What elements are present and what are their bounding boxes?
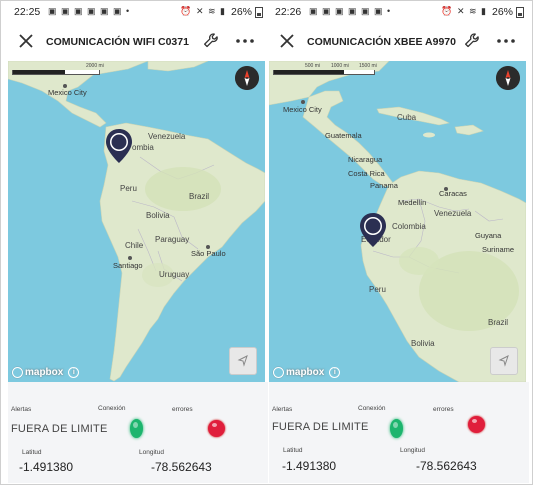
city-dot <box>128 256 132 260</box>
mapbox-attribution[interactable]: mapbox i <box>12 367 80 378</box>
errors-status-indicator <box>468 416 485 433</box>
my-location-button[interactable] <box>229 347 257 375</box>
connection-label: Conexión <box>358 405 386 412</box>
info-icon[interactable]: i <box>68 367 80 378</box>
navigation-arrow-icon <box>237 355 248 367</box>
scale-bar <box>273 70 375 75</box>
label-colombia: Colombia <box>392 222 426 231</box>
label-caracas: Caracas <box>439 189 467 198</box>
page-title: COMUNICACIÓN XBEE A9970 <box>307 36 456 48</box>
telemetry-panel: Alertas Conexión errores FUERA DE LIMITE… <box>8 382 268 483</box>
latitude-label: Latitud <box>283 447 303 454</box>
scale-bar <box>12 70 100 75</box>
notification-icons: ▣ ▣ ▣ ▣ ▣ ▣ • <box>309 6 392 16</box>
label-mexico-city: Mexico City <box>48 88 87 97</box>
label-mexico-city: Mexico City <box>283 105 322 114</box>
longitude-value: -78.562643 <box>151 460 212 474</box>
close-icon[interactable] <box>14 29 38 53</box>
wrench-icon[interactable] <box>201 30 223 52</box>
longitude-label: Longitud <box>139 449 164 456</box>
label-panama: Panama <box>370 181 398 190</box>
signal-icons: ⏰ ✕ ≋ ▮ <box>180 6 226 16</box>
close-icon[interactable] <box>275 29 299 53</box>
status-bar: 22:26 ▣ ▣ ▣ ▣ ▣ ▣ • ⏰ ✕ ≋ ▮ 26% <box>269 1 529 23</box>
latitude-value: -1.491380 <box>19 460 74 474</box>
label-brazil: Brazil <box>488 318 509 327</box>
location-pin-icon[interactable] <box>358 211 388 249</box>
signal-icons: ⏰ ✕ ≋ ▮ <box>441 6 487 16</box>
mapbox-logo-icon <box>12 367 23 378</box>
map-land <box>8 61 265 382</box>
status-bar: 22:25 ▣ ▣ ▣ ▣ ▣ ▣ • ⏰ ✕ ≋ ▮ 26% <box>8 1 268 23</box>
battery-icon <box>255 7 263 18</box>
longitude-value: -78.562643 <box>416 459 477 473</box>
label-costa-rica: Costa Rica <box>348 169 385 178</box>
navigation-arrow-icon <box>498 355 509 367</box>
status-time: 22:26 <box>275 6 302 18</box>
page-title: COMUNICACIÓN WIFI C0371 <box>46 36 189 48</box>
alerts-label: Alertas <box>11 406 32 413</box>
label-cuba: Cuba <box>397 113 417 122</box>
scale-label: 2000 mi <box>86 63 104 69</box>
city-dot <box>301 100 305 104</box>
battery-level: 26% <box>491 6 513 18</box>
more-options-icon[interactable] <box>234 31 256 51</box>
my-location-button[interactable] <box>490 347 518 375</box>
mapbox-label: mapbox <box>25 367 64 378</box>
wrench-icon[interactable] <box>462 30 484 52</box>
errors-label: errores <box>433 406 454 413</box>
label-guatemala: Guatemala <box>325 131 362 140</box>
map-view[interactable]: 2000 mi Mexico City Venezuela ombia Peru… <box>8 61 265 382</box>
label-venezuela: Venezuela <box>148 132 186 141</box>
battery-icon <box>516 7 524 18</box>
label-suriname: Suriname <box>482 245 515 254</box>
label-chile: Chile <box>125 241 144 250</box>
status-time: 22:25 <box>14 6 41 18</box>
info-icon[interactable]: i <box>329 367 341 378</box>
app-bar: COMUNICACIÓN WIFI C0371 <box>8 24 268 60</box>
scale-label: 1500 mi <box>359 63 377 69</box>
label-bolivia: Bolivia <box>146 211 170 220</box>
label-nicaragua: Nicaragua <box>348 155 383 164</box>
connection-label: Conexión <box>98 405 126 412</box>
label-guyana: Guyana <box>475 231 502 240</box>
latitude-label: Latitud <box>22 449 42 456</box>
label-medellin: Medellín <box>398 198 427 207</box>
more-options-icon[interactable] <box>495 31 517 51</box>
mapbox-logo-icon <box>273 367 284 378</box>
compass-icon[interactable] <box>235 66 259 90</box>
notification-icons: ▣ ▣ ▣ ▣ ▣ ▣ • <box>48 6 131 16</box>
alerts-label: Alertas <box>272 406 293 413</box>
map-view[interactable]: 500 mi 1000 mi 1500 mi Mexico City Cuba … <box>269 61 526 382</box>
connection-status-indicator <box>390 419 403 438</box>
mapbox-attribution[interactable]: mapbox i <box>273 367 341 378</box>
errors-status-indicator <box>208 420 225 437</box>
label-uruguay: Uruguay <box>159 270 190 279</box>
alerts-value: FUERA DE LIMITE <box>272 421 369 433</box>
label-peru: Peru <box>369 285 386 294</box>
longitude-label: Longitud <box>400 447 425 454</box>
compass-icon[interactable] <box>496 66 520 90</box>
label-brazil: Brazil <box>189 192 210 201</box>
mapbox-label: mapbox <box>286 367 325 378</box>
location-pin-icon[interactable] <box>104 127 134 165</box>
label-colombia: ombia <box>132 143 154 152</box>
label-venezuela: Venezuela <box>434 209 472 218</box>
scale-label: 500 mi <box>305 63 321 69</box>
errors-label: errores <box>172 406 193 413</box>
label-bolivia: Bolivia <box>411 339 435 348</box>
phone-screen-wifi: 22:25 ▣ ▣ ▣ ▣ ▣ ▣ • ⏰ ✕ ≋ ▮ 26% COMUNICA… <box>8 1 268 483</box>
battery-level: 26% <box>230 6 252 18</box>
app-bar: COMUNICACIÓN XBEE A9970 <box>269 24 529 60</box>
label-santiago: Santiago <box>113 261 143 270</box>
phone-screen-xbee: 22:26 ▣ ▣ ▣ ▣ ▣ ▣ • ⏰ ✕ ≋ ▮ 26% COMUNICA… <box>269 1 529 483</box>
telemetry-panel: Alertas Conexión errores FUERA DE LIMITE… <box>269 382 529 483</box>
scale-label: 1000 mi <box>331 63 349 69</box>
latitude-value: -1.491380 <box>282 459 337 473</box>
alerts-value: FUERA DE LIMITE <box>11 423 108 435</box>
label-paraguay: Paraguay <box>155 235 190 244</box>
label-peru: Peru <box>120 184 137 193</box>
connection-status-indicator <box>130 419 143 438</box>
label-sao-paulo: São Paulo <box>191 249 226 258</box>
